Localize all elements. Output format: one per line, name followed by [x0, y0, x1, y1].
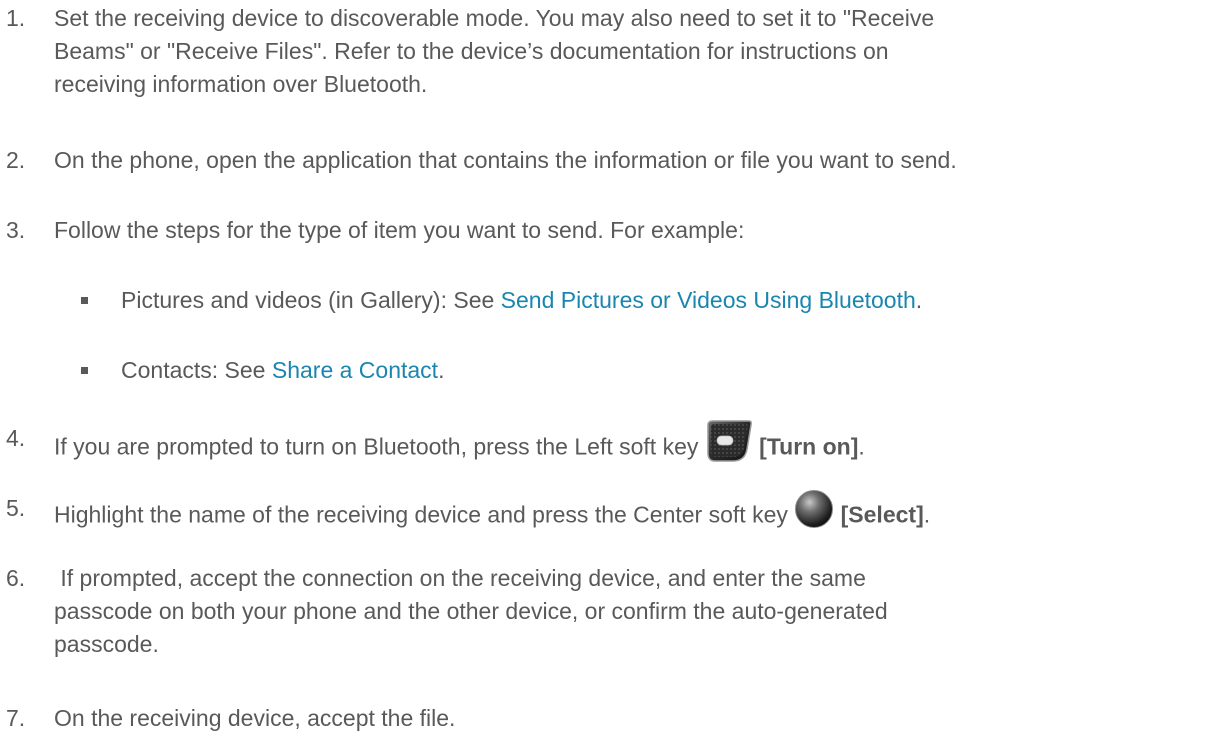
send-pictures-videos-bluetooth-link[interactable]: Send Pictures or Videos Using Bluetooth [501, 287, 916, 313]
step-text-after: . [858, 433, 865, 460]
bullet-item-pictures: Pictures and videos (in Gallery): See Se… [81, 284, 1181, 317]
step-number: 6. [6, 565, 26, 591]
step-number: 7. [6, 705, 26, 731]
step-text-line: passcode. [54, 631, 159, 657]
bullet-text: Contacts: See Share a Contact. [121, 354, 1181, 387]
bullet-prefix: Pictures and videos (in Gallery): See [121, 287, 501, 313]
step-number: 1. [6, 5, 26, 31]
step-number: 4. [6, 425, 26, 451]
step-text: On the receiving device, accept the file… [54, 705, 456, 731]
square-bullet-icon [81, 367, 88, 374]
step-text-before: If you are prompted to turn on Bluetooth… [54, 433, 699, 460]
step-number: 2. [6, 147, 26, 173]
step-number: 5. [6, 495, 26, 521]
step-5: 5. Highlight the name of the receiving d… [6, 489, 1206, 541]
step-text-line: Beams" or "Receive Files". Refer to the … [54, 38, 889, 64]
left-soft-key-icon [705, 419, 753, 472]
step-text: Follow the steps for the type of item yo… [54, 217, 745, 243]
step-text-line: Set the receiving device to discoverable… [54, 5, 935, 31]
step-7: 7. On the receiving device, accept the f… [6, 702, 1206, 735]
select-key-label: [Select] [840, 501, 924, 528]
bullet-suffix: . [915, 287, 923, 313]
step-1: 1. Set the receiving device to discovera… [6, 2, 1206, 101]
step-number: 3. [6, 217, 26, 243]
center-soft-key-icon [794, 489, 834, 538]
step-text-line: If prompted, accept the connection on th… [54, 565, 866, 591]
step-text: Highlight the name of the receiving devi… [54, 489, 1206, 541]
step-4: 4. If you are prompted to turn on Blueto… [6, 419, 1206, 475]
step-text-line: passcode on both your phone and the othe… [54, 598, 888, 624]
step-text-line: receiving information over Bluetooth. [54, 71, 428, 97]
bullet-text: Pictures and videos (in Gallery): See Se… [121, 284, 1181, 317]
step-6: 6. If prompted, accept the connection on… [6, 562, 1206, 661]
step-2: 2. On the phone, open the application th… [6, 144, 1206, 177]
step-3: 3. Follow the steps for the type of item… [6, 214, 1206, 247]
bullet-prefix: Contacts: See [121, 357, 272, 383]
turn-on-key-label: [Turn on] [759, 433, 859, 460]
square-bullet-icon [81, 297, 88, 304]
step-text-after: . [923, 501, 931, 528]
step-text-before: Highlight the name of the receiving devi… [54, 501, 788, 528]
bullet-item-contacts: Contacts: See Share a Contact. [81, 354, 1181, 387]
step-text: On the phone, open the application that … [54, 147, 957, 173]
step-text: If you are prompted to turn on Bluetooth… [54, 419, 1206, 475]
share-a-contact-link[interactable]: Share a Contact [272, 357, 438, 383]
bullet-suffix: . [438, 357, 445, 383]
